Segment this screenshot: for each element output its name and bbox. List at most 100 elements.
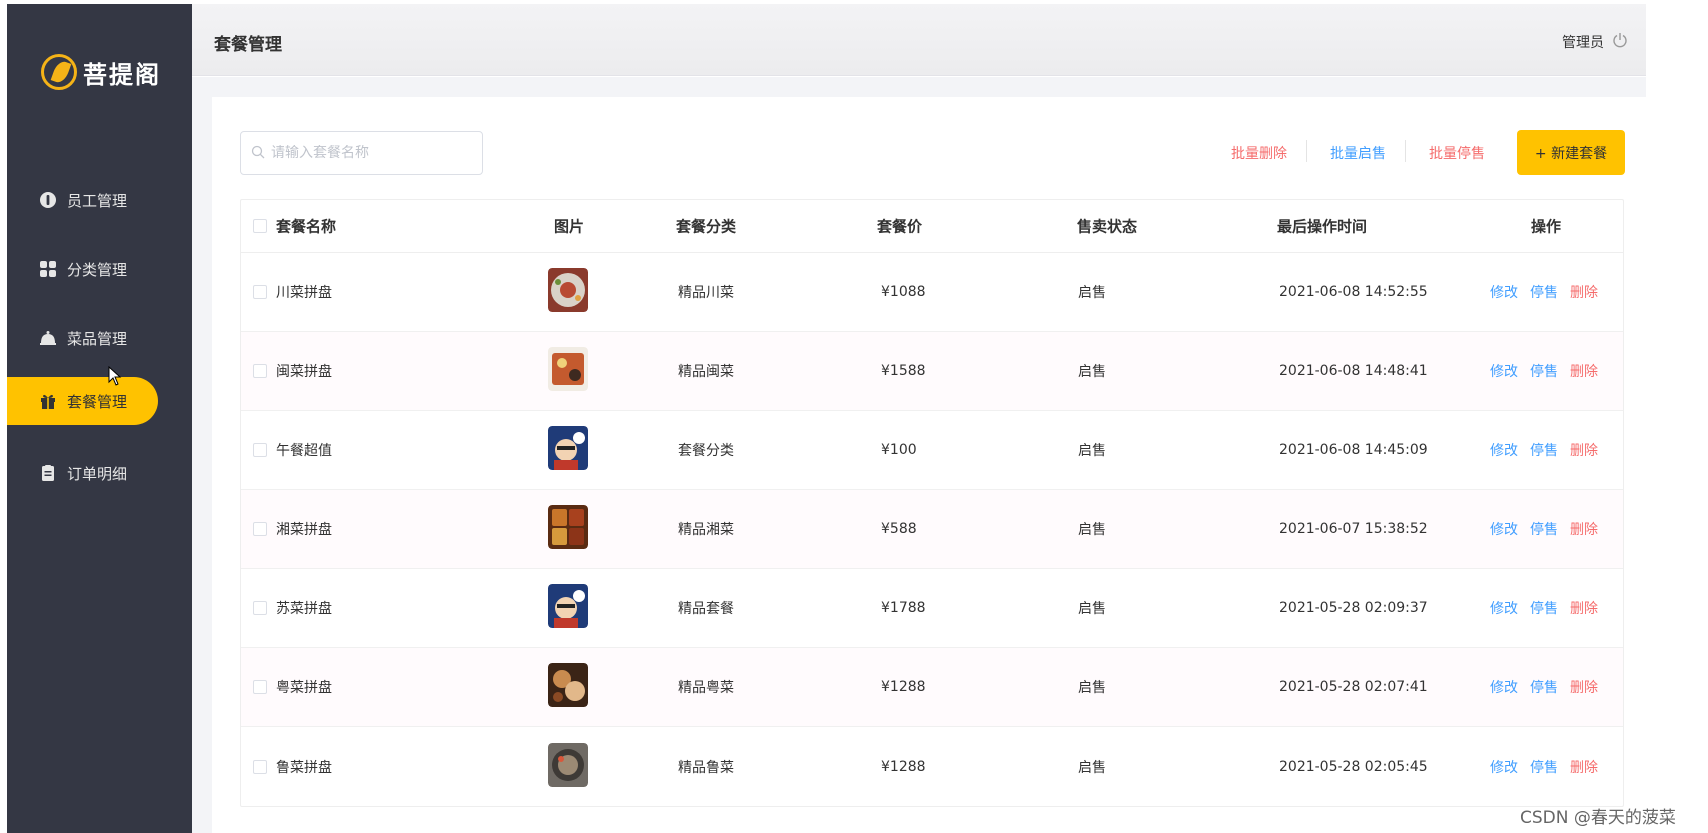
setmeal-price: ¥1288 — [881, 758, 926, 775]
sidebar-item-category[interactable]: 分类管理 — [7, 245, 157, 293]
setmeal-name: 粤菜拼盘 — [276, 680, 332, 696]
sidebar-item-label: 菜品管理 — [67, 329, 128, 348]
setmeal-status: 启售 — [1078, 601, 1106, 617]
setmeal-table: 套餐名称 图片 套餐分类 套餐价 售卖状态 最后操作时间 操作 川菜拼盘 精品川… — [240, 199, 1624, 807]
table-body: 川菜拼盘 精品川菜 ¥1088 启售 2021-06-08 14:52:55 修… — [241, 253, 1623, 806]
table-row: 湘菜拼盘 精品湘菜 ¥588 启售 2021-06-07 15:38:52 修改… — [241, 490, 1623, 569]
table-row: 苏菜拼盘 精品套餐 ¥1788 启售 2021-05-28 02:09:37 修… — [241, 569, 1623, 648]
dish-cloche-icon — [39, 329, 57, 347]
disable-link[interactable]: 停售 — [1530, 598, 1558, 618]
disable-link[interactable]: 停售 — [1530, 282, 1558, 302]
header-updated: 最后操作时间 — [1277, 217, 1368, 236]
disable-link[interactable]: 停售 — [1530, 361, 1558, 381]
clipboard-icon — [39, 464, 57, 482]
table-row: 午餐超值 套餐分类 ¥100 启售 2021-06-08 14:45:09 修改… — [241, 411, 1623, 490]
edit-link[interactable]: 修改 — [1490, 757, 1518, 777]
setmeal-status: 启售 — [1078, 759, 1106, 776]
row-checkbox[interactable] — [253, 680, 267, 694]
sidebar-item-dish[interactable]: 菜品管理 — [7, 314, 157, 362]
power-icon[interactable] — [1612, 32, 1628, 52]
setmeal-category: 精品川菜 — [678, 285, 734, 301]
header-status: 售卖状态 — [1077, 217, 1138, 236]
delete-link[interactable]: 删除 — [1570, 757, 1598, 777]
page-title: 套餐管理 — [214, 35, 282, 55]
batch-enable-button[interactable]: 批量启售 — [1330, 143, 1386, 163]
setmeal-name: 午餐超值 — [276, 443, 332, 459]
setmeal-updated: 2021-05-28 02:09:37 — [1279, 600, 1428, 616]
setmeal-status: 启售 — [1078, 443, 1106, 459]
setmeal-status: 启售 — [1078, 285, 1106, 301]
batch-delete-button[interactable]: 批量删除 — [1231, 143, 1287, 163]
header-actions: 操作 — [1531, 217, 1562, 236]
delete-link[interactable]: 删除 — [1570, 361, 1598, 381]
row-checkbox[interactable] — [253, 443, 267, 457]
divider — [1306, 140, 1307, 162]
disable-link[interactable]: 停售 — [1530, 519, 1558, 539]
edit-link[interactable]: 修改 — [1490, 282, 1518, 302]
new-setmeal-button[interactable]: + 新建套餐 — [1517, 130, 1625, 175]
setmeal-category: 精品湘菜 — [678, 522, 734, 538]
edit-link[interactable]: 修改 — [1490, 598, 1518, 618]
setmeal-name: 湘菜拼盘 — [276, 522, 332, 538]
header-category: 套餐分类 — [676, 217, 737, 236]
setmeal-updated: 2021-06-08 14:52:55 — [1279, 284, 1428, 300]
header-name: 套餐名称 — [276, 217, 337, 236]
edit-link[interactable]: 修改 — [1490, 677, 1518, 697]
search-input[interactable] — [271, 145, 471, 161]
disable-link[interactable]: 停售 — [1530, 757, 1558, 777]
user-name: 管理员 — [1562, 35, 1604, 51]
setmeal-name: 闽菜拼盘 — [276, 364, 332, 380]
delete-link[interactable]: 删除 — [1570, 598, 1598, 618]
delete-link[interactable]: 删除 — [1570, 677, 1598, 697]
disable-link[interactable]: 停售 — [1530, 677, 1558, 697]
sidebar-item-orders[interactable]: 订单明细 — [7, 449, 157, 497]
select-all-checkbox[interactable] — [253, 219, 267, 233]
setmeal-price: ¥1788 — [881, 600, 926, 616]
row-checkbox[interactable] — [253, 522, 267, 536]
setmeal-status: 启售 — [1078, 364, 1106, 380]
table-row: 粤菜拼盘 精品粤菜 ¥1288 启售 2021-05-28 02:07:41 修… — [241, 648, 1623, 727]
logo-mark-icon — [41, 54, 77, 90]
delete-link[interactable]: 删除 — [1570, 440, 1598, 460]
setmeal-price: ¥1288 — [881, 679, 926, 695]
sidebar-item-label: 员工管理 — [67, 191, 128, 210]
search-icon — [251, 144, 265, 163]
delete-link[interactable]: 删除 — [1570, 519, 1598, 539]
header-price: 套餐价 — [877, 217, 923, 236]
category-grid-icon — [39, 260, 57, 278]
edit-link[interactable]: 修改 — [1490, 440, 1518, 460]
gift-icon — [39, 392, 57, 410]
disable-link[interactable]: 停售 — [1530, 440, 1558, 460]
edit-link[interactable]: 修改 — [1490, 361, 1518, 381]
delete-link[interactable]: 删除 — [1570, 282, 1598, 302]
row-checkbox[interactable] — [253, 285, 267, 299]
setmeal-image — [548, 742, 588, 791]
table-header: 套餐名称 图片 套餐分类 套餐价 售卖状态 最后操作时间 操作 — [241, 200, 1623, 253]
table-row: 川菜拼盘 精品川菜 ¥1088 启售 2021-06-08 14:52:55 修… — [241, 253, 1623, 332]
sidebar-item-setmeal[interactable]: 套餐管理 — [7, 377, 158, 425]
sidebar-item-label: 订单明细 — [67, 464, 128, 483]
setmeal-price: ¥1088 — [881, 284, 926, 300]
setmeal-image — [548, 268, 588, 316]
logo-text: 菩提阁 — [83, 59, 161, 89]
setmeal-category: 套餐分类 — [678, 443, 734, 459]
batch-disable-button[interactable]: 批量停售 — [1429, 143, 1485, 163]
setmeal-image — [548, 426, 588, 474]
table-row: 鲁菜拼盘 精品鲁菜 ¥1288 启售 2021-05-28 02:05:45 修… — [241, 727, 1623, 806]
setmeal-name: 川菜拼盘 — [276, 285, 332, 301]
setmeal-image — [548, 505, 588, 553]
edit-link[interactable]: 修改 — [1490, 519, 1518, 539]
table-row: 闽菜拼盘 精品闽菜 ¥1588 启售 2021-06-08 14:48:41 修… — [241, 332, 1623, 411]
employee-icon — [39, 191, 57, 209]
setmeal-category: 精品粤菜 — [678, 680, 734, 696]
sidebar-item-employee[interactable]: 员工管理 — [7, 176, 157, 224]
row-checkbox[interactable] — [253, 601, 267, 615]
row-checkbox[interactable] — [253, 759, 267, 774]
setmeal-image — [548, 347, 588, 395]
setmeal-category: 精品套餐 — [678, 601, 734, 617]
setmeal-category: 精品鲁菜 — [678, 759, 734, 776]
row-checkbox[interactable] — [253, 364, 267, 378]
setmeal-updated: 2021-06-08 14:48:41 — [1279, 363, 1428, 379]
search-box[interactable] — [240, 131, 483, 175]
setmeal-price: ¥588 — [881, 521, 917, 537]
